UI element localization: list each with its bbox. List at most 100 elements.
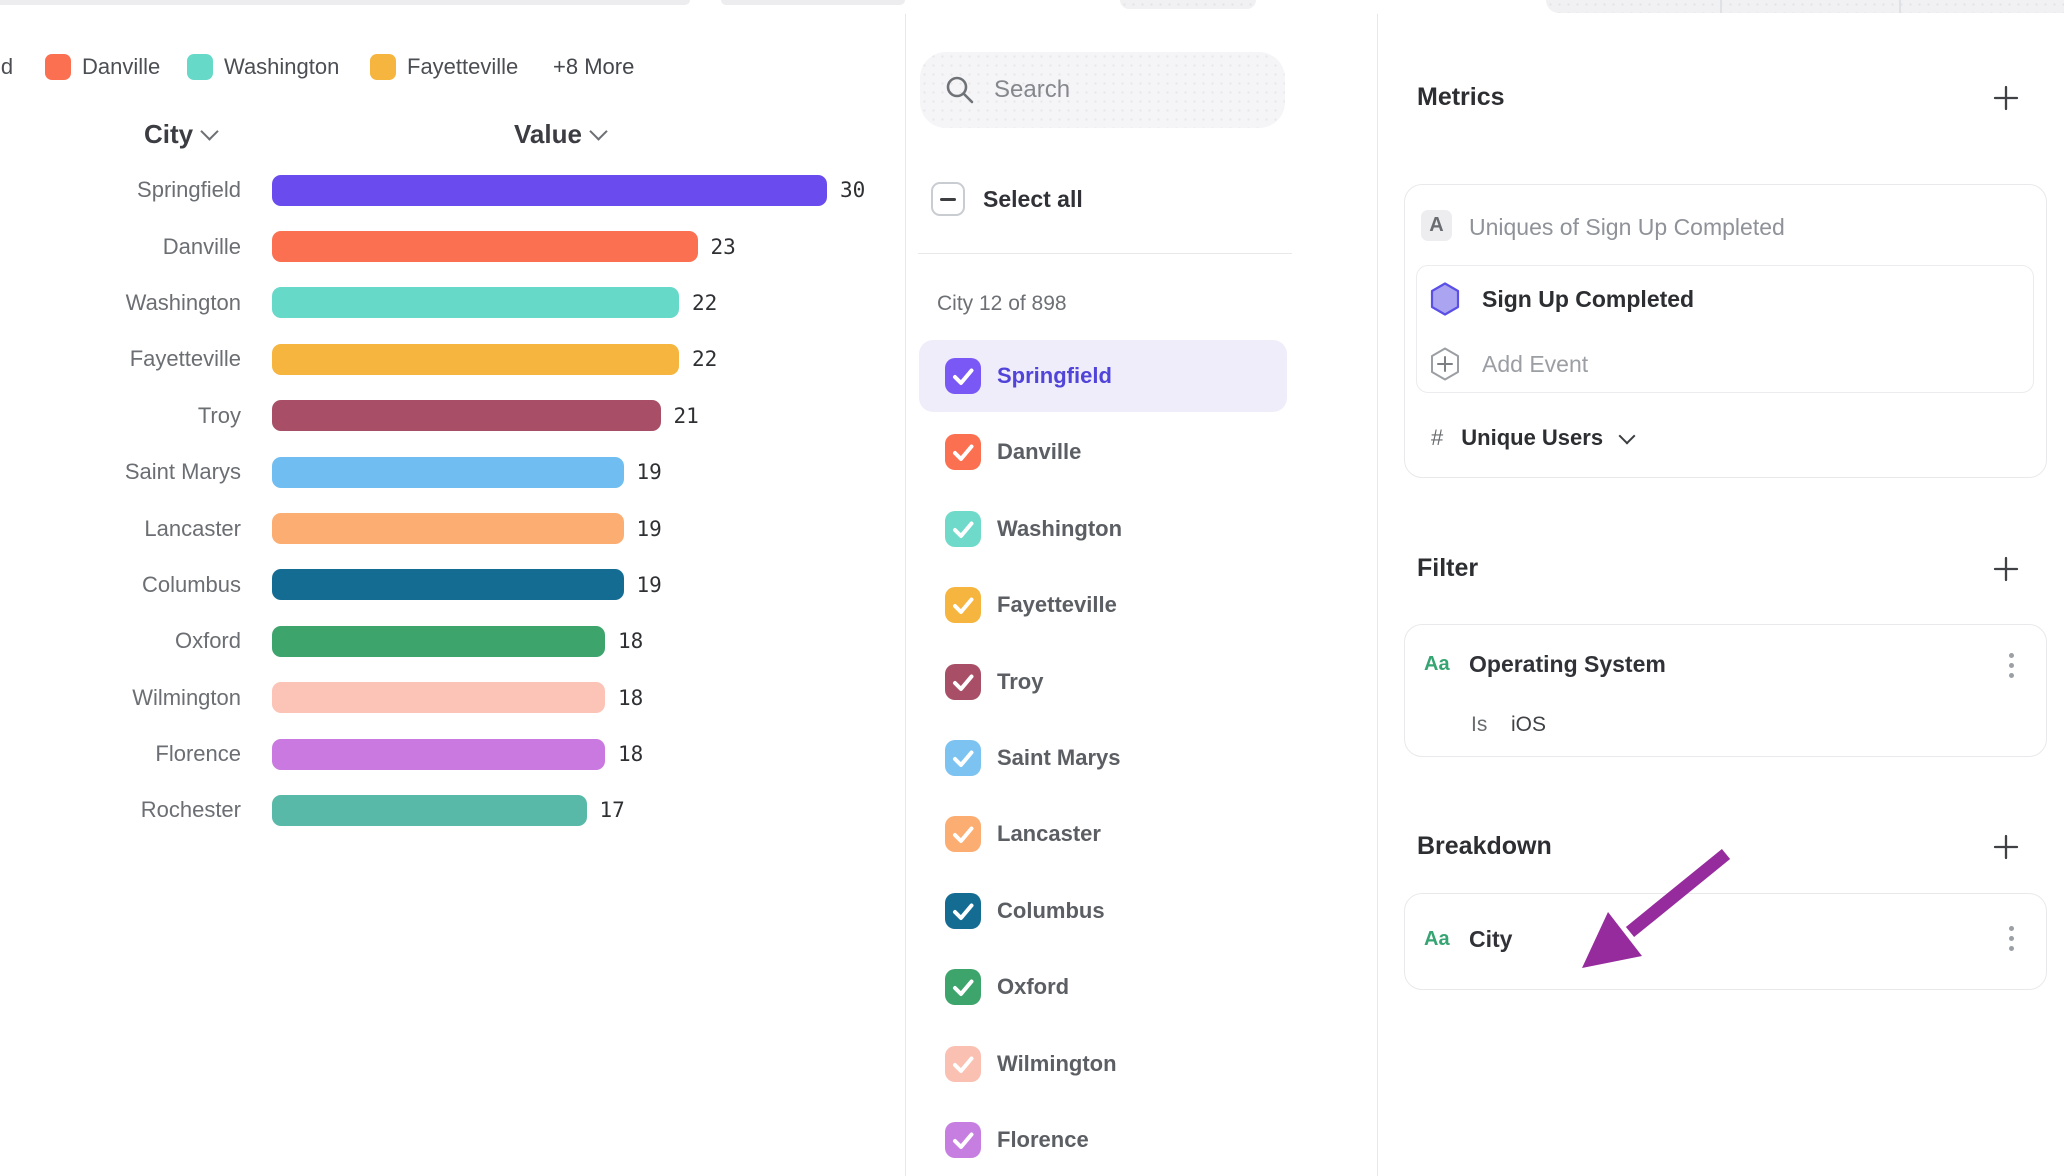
chart-bar-value: 18 bbox=[618, 742, 643, 766]
chart-row: Danville23 bbox=[0, 218, 905, 274]
city-checkbox-checked[interactable] bbox=[945, 740, 981, 776]
chart-bar[interactable] bbox=[272, 739, 605, 770]
city-checkbox-checked[interactable] bbox=[945, 969, 981, 1005]
chart-bar[interactable] bbox=[272, 569, 624, 600]
city-list-item[interactable]: Wilmington bbox=[919, 1028, 1287, 1100]
chart-bar[interactable] bbox=[272, 175, 827, 206]
city-list-item-label: Wilmington bbox=[997, 1051, 1117, 1077]
column-header-city[interactable]: City bbox=[144, 119, 216, 150]
column-header-city-label: City bbox=[144, 119, 193, 150]
city-list-item[interactable]: Lancaster bbox=[919, 798, 1287, 870]
breakdown-section-title: Breakdown bbox=[1417, 832, 1552, 861]
chart-bar[interactable] bbox=[272, 795, 587, 826]
check-icon bbox=[945, 740, 981, 776]
breakdown-property-name: City bbox=[1469, 926, 1512, 953]
chart-bar-value: 19 bbox=[637, 573, 662, 597]
add-filter-button[interactable] bbox=[1992, 555, 2020, 583]
inspector-panel: Metrics A Uniques of Sign Up Completed S… bbox=[1378, 0, 2064, 1176]
city-list-item[interactable]: Springfield bbox=[919, 340, 1287, 412]
chart-legend: Danville Washington Fayetteville bbox=[0, 0, 905, 110]
legend-more[interactable]: +8 More bbox=[553, 53, 634, 81]
city-list-item[interactable]: Oxford bbox=[919, 951, 1287, 1023]
chevron-down-icon bbox=[1619, 428, 1636, 445]
chart-row: Troy21 bbox=[0, 388, 905, 444]
event-row[interactable]: Sign Up Completed bbox=[1430, 282, 1694, 316]
legend-label: Fayetteville bbox=[407, 54, 518, 80]
chart-row: Saint Marys 19 bbox=[0, 444, 905, 500]
chart-bar-value: 30 bbox=[840, 178, 865, 202]
add-metric-button[interactable] bbox=[1992, 84, 2020, 112]
city-list-item[interactable]: Florence bbox=[919, 1104, 1287, 1176]
city-list-item-label: Springfield bbox=[997, 363, 1112, 389]
chart-bar-value: 18 bbox=[618, 686, 643, 710]
city-checkbox-checked[interactable] bbox=[945, 587, 981, 623]
city-checkbox-checked[interactable] bbox=[945, 511, 981, 547]
city-checkbox-checked[interactable] bbox=[945, 1046, 981, 1082]
legend-item[interactable]: Fayetteville bbox=[370, 53, 518, 81]
metric-card[interactable]: A Uniques of Sign Up Completed Sign Up C… bbox=[1404, 184, 2047, 478]
city-list-item[interactable]: Columbus bbox=[919, 875, 1287, 947]
chart-bar-value: 18 bbox=[618, 629, 643, 653]
metric-title: Uniques of Sign Up Completed bbox=[1469, 214, 1785, 241]
chart-row-label: Lancaster bbox=[0, 516, 241, 542]
chart-bar[interactable] bbox=[272, 400, 661, 431]
chart-row: Wilmington18 bbox=[0, 670, 905, 726]
city-list-item[interactable]: Fayetteville bbox=[919, 569, 1287, 641]
chart-row: Oxford 18 bbox=[0, 613, 905, 669]
city-list-item[interactable]: Danville bbox=[919, 416, 1287, 488]
city-checkbox-checked[interactable] bbox=[945, 664, 981, 700]
city-checkbox-checked[interactable] bbox=[945, 1122, 981, 1158]
chart-bar[interactable] bbox=[272, 513, 624, 544]
chart-row-label: Danville bbox=[0, 234, 241, 260]
chart-row-label: Washington bbox=[0, 290, 241, 316]
filter-card[interactable]: Aa Operating System Is iOS bbox=[1404, 624, 2047, 757]
legend-label: Washington bbox=[224, 54, 339, 80]
column-header-value-label: Value bbox=[514, 119, 582, 150]
city-list-item[interactable]: Washington bbox=[919, 493, 1287, 565]
legend-more-label: +8 More bbox=[553, 54, 634, 80]
chart-row-label: Columbus bbox=[0, 572, 241, 598]
city-checkbox-checked[interactable] bbox=[945, 816, 981, 852]
chart-row-label: Springfield bbox=[0, 177, 241, 203]
legend-swatch bbox=[370, 54, 396, 80]
legend-item[interactable]: Washington bbox=[187, 53, 339, 81]
city-list-item-label: Florence bbox=[997, 1127, 1089, 1153]
add-event-hexagon-plus-icon bbox=[1430, 347, 1460, 381]
legend-item[interactable]: Danville bbox=[45, 53, 160, 81]
analytics-screen: ld DanvilleWashingtonFayetteville +8 Mor… bbox=[0, 0, 2064, 1176]
filter-value[interactable]: iOS bbox=[1511, 713, 1546, 737]
city-checkbox-checked[interactable] bbox=[945, 434, 981, 470]
chart-bar[interactable] bbox=[272, 626, 605, 657]
chart-bar-value: 19 bbox=[637, 460, 662, 484]
chart-row-label: Oxford bbox=[0, 628, 241, 654]
chart-bar[interactable] bbox=[272, 344, 679, 375]
city-list-item-label: Saint Marys bbox=[997, 745, 1121, 771]
city-list-item[interactable]: Saint Marys bbox=[919, 722, 1287, 794]
kebab-menu-icon[interactable] bbox=[2009, 653, 2014, 678]
check-icon bbox=[945, 816, 981, 852]
add-breakdown-button[interactable] bbox=[1992, 833, 2020, 861]
kebab-menu-icon[interactable] bbox=[2009, 926, 2014, 951]
filter-operator[interactable]: Is bbox=[1471, 713, 1487, 737]
chart-row: Fayetteville22 bbox=[0, 331, 905, 387]
column-header-value[interactable]: Value bbox=[514, 119, 605, 150]
chart-row-label: Saint Marys bbox=[0, 459, 241, 485]
add-event-label: Add Event bbox=[1482, 351, 1588, 378]
chart-bar[interactable] bbox=[272, 682, 605, 713]
check-icon bbox=[945, 587, 981, 623]
add-event-row[interactable]: Add Event bbox=[1430, 347, 1588, 381]
event-name: Sign Up Completed bbox=[1482, 286, 1694, 313]
city-checkbox-checked[interactable] bbox=[945, 358, 981, 394]
filter-property-name: Operating System bbox=[1469, 651, 1666, 678]
city-list-item-label: Columbus bbox=[997, 898, 1105, 924]
chart-bar[interactable] bbox=[272, 231, 698, 262]
chart-bar[interactable] bbox=[272, 287, 679, 318]
measure-row[interactable]: # Unique Users bbox=[1431, 425, 1633, 451]
chart-bar[interactable] bbox=[272, 457, 624, 488]
chart-row-label: Troy bbox=[0, 403, 241, 429]
check-icon bbox=[945, 1122, 981, 1158]
string-type-icon: Aa bbox=[1424, 653, 1450, 676]
city-checkbox-checked[interactable] bbox=[945, 893, 981, 929]
city-list-item[interactable]: Troy bbox=[919, 646, 1287, 718]
string-type-icon: Aa bbox=[1424, 928, 1450, 951]
